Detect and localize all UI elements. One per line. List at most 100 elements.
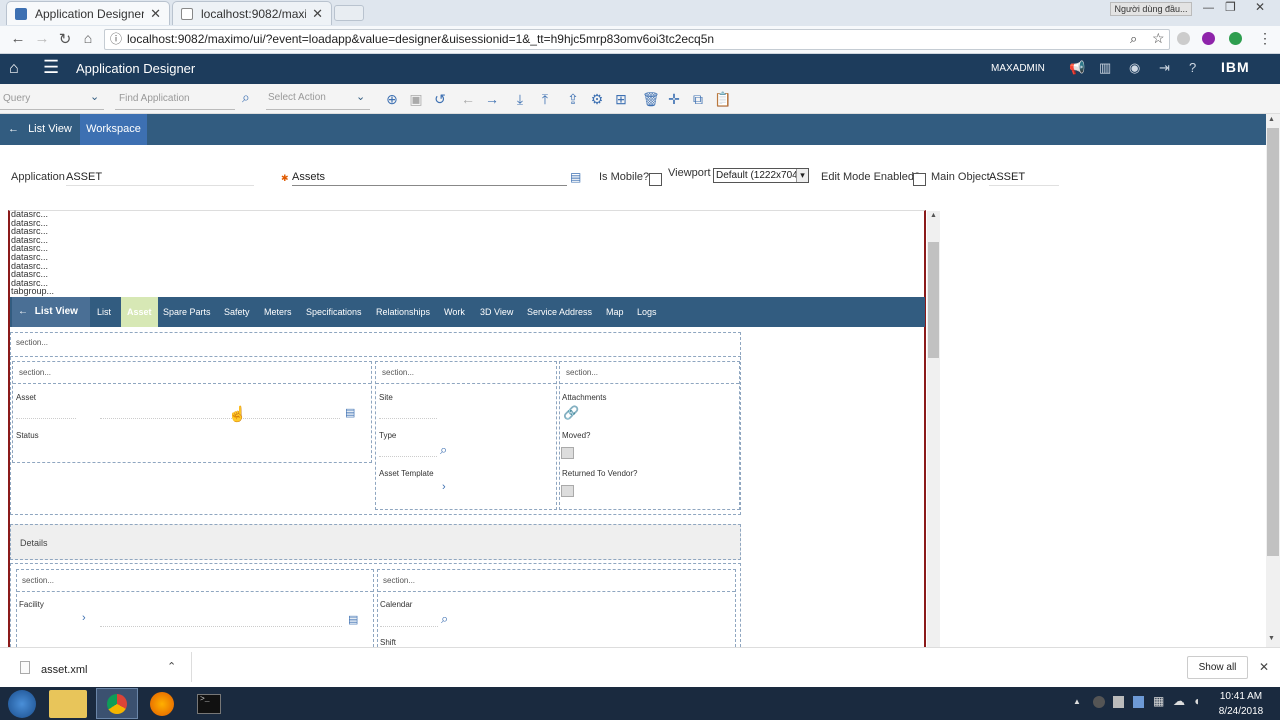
asset-field[interactable] (16, 418, 76, 419)
profile-icon[interactable]: ◉ (1129, 60, 1140, 76)
menu-kebab-icon[interactable]: ⋮ (1258, 30, 1272, 47)
close-tab-icon[interactable]: ✕ (150, 6, 161, 22)
preview-icon[interactable]: ⇪ (565, 91, 581, 107)
tray-app-icon[interactable] (1093, 696, 1105, 708)
show-all-button[interactable]: Show all (1187, 656, 1248, 679)
scroll-down-icon[interactable]: ▼ (1268, 635, 1275, 642)
info-icon[interactable]: ⓘ (110, 30, 122, 49)
query-dropdown[interactable]: Query ⌄ (0, 88, 104, 110)
description-field[interactable]: Assets (292, 171, 567, 186)
inner-tab-specifications[interactable]: Specifications (301, 297, 367, 327)
home-icon[interactable]: ⌂ (9, 60, 19, 78)
type-field[interactable] (379, 456, 437, 457)
import-icon[interactable]: ⤓ (512, 91, 528, 107)
address-bar[interactable]: ⓘ localhost:9082/maximo/ui/?event=loadap… (104, 29, 1170, 50)
download-file-name[interactable]: asset.xml (41, 664, 87, 676)
section-column[interactable] (12, 361, 372, 463)
save-icon[interactable]: ▣ (408, 91, 424, 107)
returned-checkbox[interactable] (561, 485, 574, 497)
delete-icon[interactable]: 🗑 (642, 91, 660, 107)
is-mobile-checkbox[interactable] (649, 173, 662, 186)
inner-tab-list[interactable]: List (92, 297, 116, 327)
paperclip-icon[interactable]: 🔗 (563, 405, 579, 421)
inner-tab-safety[interactable]: Safety (219, 297, 255, 327)
close-tab-icon[interactable]: ✕ (312, 6, 323, 22)
extension-icon[interactable] (1202, 32, 1215, 45)
asset-description-field[interactable] (100, 418, 340, 419)
clock-time[interactable]: 10:41 AM (1217, 691, 1265, 702)
move-icon[interactable]: ✛ (666, 91, 682, 107)
inner-tab-meters[interactable]: Meters (259, 297, 297, 327)
inner-tab-3d-view[interactable]: 3D View (475, 297, 518, 327)
network-icon[interactable]: ▦ (1153, 694, 1164, 708)
inner-tab-list-view[interactable]: ← List View (12, 297, 90, 327)
long-description-icon[interactable]: ▤ (345, 406, 355, 419)
help-icon[interactable]: ? (1189, 60, 1196, 75)
properties-gear-icon[interactable]: ⚙ (589, 91, 605, 107)
maximize-icon[interactable]: ❐ (1225, 0, 1236, 14)
start-button[interactable] (8, 690, 36, 718)
control-palette-icon[interactable]: ⊞ (613, 91, 629, 107)
extension-icon[interactable] (1177, 32, 1190, 45)
next-icon[interactable]: → (484, 91, 500, 107)
tree-item[interactable]: tabgroup... (11, 287, 54, 296)
inner-tab-work[interactable]: Work (439, 297, 470, 327)
paste-icon[interactable]: 📋 (714, 91, 731, 107)
browser-tab[interactable]: localhost:9082/maximo/u ✕ (172, 1, 332, 25)
chrome-taskbar-button[interactable] (96, 688, 138, 719)
long-description-icon[interactable]: ▤ (570, 170, 581, 184)
page-scroll-thumb[interactable] (1267, 128, 1279, 556)
chevron-right-icon[interactable]: › (82, 612, 86, 624)
home-icon[interactable]: ⌂ (79, 30, 97, 46)
scroll-up-icon[interactable]: ▲ (930, 212, 937, 219)
scroll-up-icon[interactable]: ▲ (1268, 116, 1275, 123)
volume-icon[interactable]: ◖ (1193, 694, 1200, 708)
reports-icon[interactable]: ▥ (1099, 60, 1111, 76)
reload-icon[interactable]: ↻ (56, 30, 74, 48)
back-icon[interactable]: ← (9, 30, 27, 47)
canvas-scroll-thumb[interactable] (928, 242, 939, 358)
tray-expand-icon[interactable]: ▲ (1073, 697, 1081, 706)
close-window-icon[interactable]: ✕ (1255, 0, 1265, 14)
section-column[interactable] (377, 569, 736, 647)
clock-date[interactable]: 8/24/2018 (1215, 706, 1267, 717)
export-icon[interactable]: ⤒ (537, 91, 553, 107)
forward-icon[interactable]: → (33, 30, 51, 47)
site-field[interactable] (379, 418, 437, 419)
tray-app-icon[interactable] (1133, 696, 1144, 708)
search-icon[interactable]: ⌕ (441, 611, 448, 627)
inner-tab-service-address[interactable]: Service Address (522, 297, 597, 327)
undo-icon[interactable]: ↺ (432, 91, 448, 107)
previous-icon[interactable]: ← (460, 91, 476, 107)
firefox-icon[interactable] (150, 692, 174, 716)
section-column[interactable] (16, 569, 374, 647)
minimize-icon[interactable]: — (1203, 2, 1214, 14)
details-section-header[interactable]: Details (10, 524, 741, 560)
inner-tab-logs[interactable]: Logs (632, 297, 662, 327)
inner-tab-spare-parts[interactable]: Spare Parts (158, 297, 216, 327)
zoom-search-icon[interactable]: ⌕ (1130, 31, 1137, 47)
file-explorer-icon[interactable] (49, 690, 87, 718)
application-field[interactable]: ASSET (66, 171, 254, 186)
find-application-input[interactable]: Find Application (115, 88, 235, 110)
moved-checkbox[interactable] (561, 447, 574, 459)
tray-app-icon[interactable] (1113, 696, 1124, 708)
bulletin-icon[interactable]: 📢 (1069, 60, 1085, 76)
inner-tab-map[interactable]: Map (601, 297, 629, 327)
chevron-up-icon[interactable]: ⌃ (167, 660, 176, 673)
terminal-icon[interactable]: >_ (197, 694, 221, 714)
new-tab-button[interactable] (334, 5, 364, 21)
new-icon[interactable]: ⊕ (384, 91, 400, 107)
main-object-field[interactable]: ASSET (989, 171, 1059, 186)
profile-badge[interactable]: Người dùng đầu... (1110, 2, 1192, 16)
chevron-right-icon[interactable]: › (442, 481, 446, 493)
edit-mode-checkbox[interactable] (913, 173, 926, 186)
inner-tab-relationships[interactable]: Relationships (371, 297, 435, 327)
browser-tab-active[interactable]: Application Designer ✕ (6, 1, 170, 25)
hamburger-menu-icon[interactable]: ☰ (43, 57, 59, 78)
tab-workspace[interactable]: Workspace (80, 114, 147, 145)
cloud-icon[interactable]: ☁ (1173, 694, 1185, 708)
facility-description-field[interactable] (100, 626, 342, 627)
tab-list-view[interactable]: ← List View (0, 114, 80, 145)
sign-out-icon[interactable]: ⇥ (1159, 60, 1170, 76)
